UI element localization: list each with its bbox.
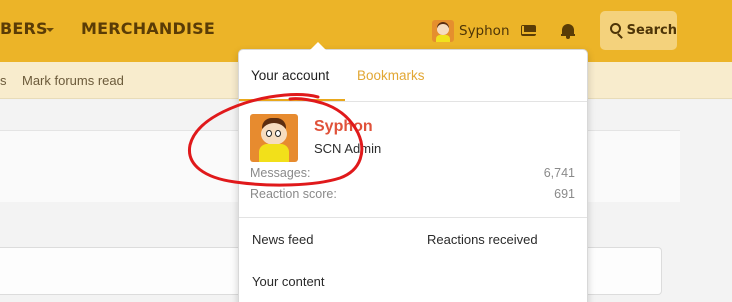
search-button[interactable]: Search: [600, 11, 677, 50]
profile-role: SCN Admin: [314, 141, 382, 156]
mail-icon[interactable]: [521, 25, 536, 36]
search-icon: [610, 22, 623, 39]
reaction-score-label: Reaction score:: [250, 187, 337, 201]
subnav-link-fragment[interactable]: s: [0, 73, 7, 88]
messages-label: Messages:: [250, 166, 311, 180]
nav-merchandise[interactable]: MERCHANDISE: [81, 19, 215, 38]
menu-divider: [239, 217, 587, 218]
tabs-divider: [239, 101, 587, 102]
account-popup: Your account Bookmarks Syphon SCN Admin …: [238, 49, 588, 302]
reaction-score-value: 691: [554, 187, 575, 201]
reactions-received-link[interactable]: Reactions received: [427, 232, 538, 247]
tab-your-account[interactable]: Your account: [251, 68, 329, 83]
user-avatar: [432, 20, 454, 42]
mark-forums-read-link[interactable]: Mark forums read: [22, 73, 124, 88]
popup-pointer: [310, 42, 326, 50]
account-menu-button[interactable]: Syphon: [432, 19, 510, 43]
bell-icon[interactable]: [561, 23, 575, 39]
profile-username[interactable]: Syphon: [314, 118, 373, 136]
dropdown-caret-icon[interactable]: [46, 28, 54, 32]
tab-bookmarks[interactable]: Bookmarks: [357, 68, 425, 83]
messages-value: 6,741: [543, 166, 575, 180]
search-label: Search: [626, 23, 677, 38]
nav-members[interactable]: BERS: [0, 19, 48, 38]
profile-avatar[interactable]: [250, 114, 298, 162]
your-content-link[interactable]: Your content: [252, 274, 325, 289]
account-username: Syphon: [459, 23, 510, 39]
news-feed-link[interactable]: News feed: [252, 232, 313, 247]
